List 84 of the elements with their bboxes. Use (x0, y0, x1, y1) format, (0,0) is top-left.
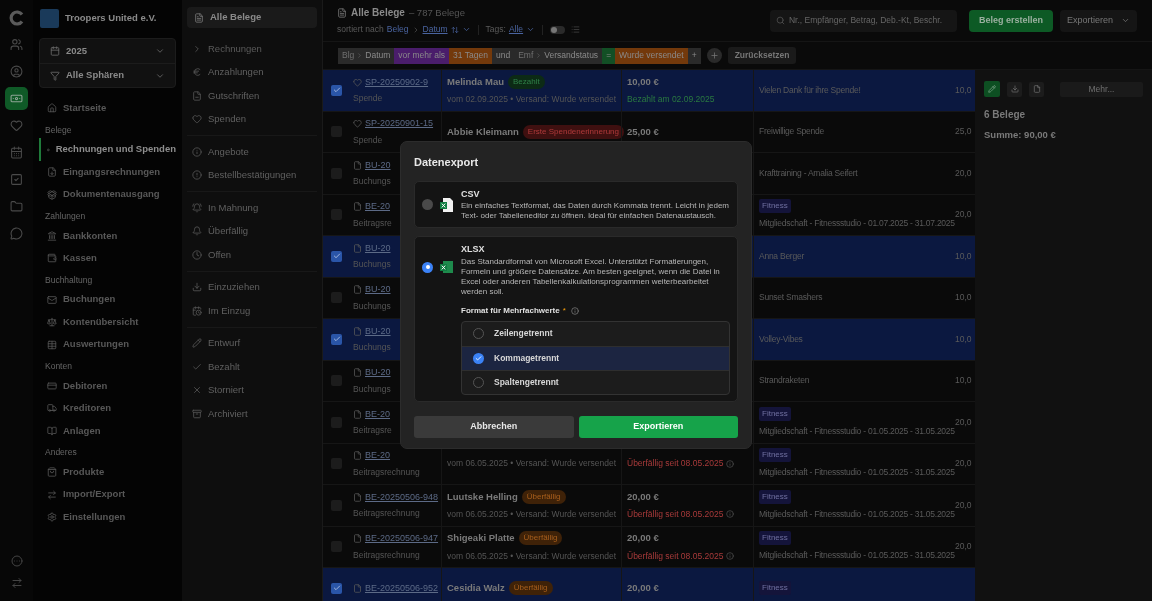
document-type: Beitragsrechnung (353, 465, 420, 479)
tag: Fitness (759, 448, 791, 463)
selection-sum: Summe: 90,00 € (984, 128, 1057, 142)
status-badge: Überfällig (521, 489, 566, 504)
format-description: Das Standardformat von Microsoft Excel. Unterstützt Formatierungen, Formeln und größere Datensätze. Am besten geeignet, wenn die Datei in Excel oder anderen Tabellenkalkulationsprogrammen weiterbearbeitet werden soll. (461, 256, 721, 297)
total-amount: 25,0 (955, 125, 972, 139)
description: Mitgliedschaft - Fitnessstudio - 01.05.2025 - 31.05.2025 (759, 424, 955, 438)
document-type: Beitragsre (353, 216, 392, 230)
tag: Fitness (759, 531, 791, 546)
total-amount: 10,0 (955, 332, 972, 346)
selection-count: 6 Belege (984, 108, 1027, 122)
description: Anna Berger (759, 249, 805, 263)
dialog-title: Datenexport (414, 155, 480, 170)
description: Mitgliedschaft - Fitnessstudio - 01.05.2025 - 31.05.2025 (759, 507, 955, 521)
status-badge: Erste Spendenerinnerung (522, 124, 624, 139)
organization-name: Troopers United e.V. (65, 11, 157, 26)
description: Krafttraining - Amalia Seifert (759, 166, 859, 180)
description: Volley-Vibes (759, 332, 804, 346)
payment-status: Überfällig seit 08.05.2025 (627, 457, 724, 471)
amount: 10,00 € (627, 74, 660, 89)
total-amount: 20,0 (955, 208, 972, 222)
tag: Fitness (759, 199, 791, 214)
amount: 20,00 € (627, 531, 660, 546)
document-count: – 787 Belege (408, 5, 465, 20)
total-amount: 20,0 (955, 415, 972, 429)
total-amount: 20,0 (955, 166, 972, 180)
document-type: Buchungs (353, 175, 391, 188)
page-title: Alle Belege (351, 6, 405, 21)
amount: 20,00 € (627, 581, 660, 596)
payment-status: Überfällig seit 08.05.2025 (627, 549, 724, 563)
amount: 25,00 € (627, 124, 660, 139)
section-heading: Anderes (44, 446, 78, 459)
recipient-name: Melinda Mau (447, 74, 504, 89)
total-amount: 20,0 (955, 498, 972, 512)
section-heading: Konten (44, 359, 73, 373)
total-amount: 10,0 (955, 249, 972, 263)
section-heading: Belege (44, 123, 73, 137)
status-badge: Überfällig (518, 531, 563, 546)
status-badge: Überfällig (508, 581, 553, 596)
tag: Fitness (759, 581, 791, 596)
section-heading: Zahlungen (44, 209, 87, 223)
document-type: Buchungs (353, 382, 391, 396)
section-heading: Buchhaltung (44, 273, 94, 287)
format-description: Ein einfaches Textformat, das Daten durch Kommata trennt. Leicht in jedem Text- oder Tabelleneditor zu öffnen. Ideal für einfachen Datenaustausch. (461, 201, 730, 221)
document-type: Beitragsre (353, 424, 392, 437)
recipient-name: Cesidia Walz (447, 581, 505, 596)
tag: Fitness (759, 489, 791, 504)
description: Mitgliedschaft - Fitnessstudio - 01.05.2025 - 31.05.2025 (759, 550, 955, 563)
total-amount: 10,0 (955, 291, 972, 305)
recipient-name: Luutske Helling (447, 489, 518, 504)
document-type: Beitragsrechnung (353, 548, 420, 562)
amount: 20,00 € (627, 489, 660, 504)
payment-status: Überfällig seit 08.05.2025 (627, 508, 724, 521)
document-meta: vom 06.05.2025 • Versand: Wurde versendet (447, 549, 618, 563)
document-type: Spende (353, 133, 383, 147)
document-meta: vom 02.09.2025 • Versand: Wurde versendet (447, 93, 618, 106)
document-type: Buchungs (353, 258, 391, 271)
tags-label: Tags: (485, 23, 506, 36)
document-meta: vom 06.05.2025 • Versand: Wurde versendet (447, 508, 618, 521)
total-amount: 10,0 (955, 374, 972, 388)
required-mark: * (562, 304, 566, 317)
tag: Fitness (759, 406, 791, 421)
status-badge: Bezahlt (508, 74, 545, 89)
document-type: Spende (353, 92, 383, 105)
description: Sunset Smashers (759, 291, 824, 305)
total-amount: 20,0 (955, 457, 972, 471)
sort-label: sortiert nach (337, 23, 384, 36)
recipient-name: Shigeaki Platte (447, 531, 515, 546)
document-type: Beitragsrechnung (353, 507, 420, 520)
recipient-name: Abbie Kleimann (447, 124, 519, 139)
total-amount: 10,0 (955, 83, 972, 97)
document-type: Buchungs (353, 299, 391, 313)
description: Mitgliedschaft - Fitnessstudio - 01.05.2025 - 31.05.2025 (759, 467, 955, 480)
document-meta: vom 06.05.2025 • Versand: Wurde versendet (447, 457, 618, 471)
description: Strandraketen (759, 374, 811, 388)
description: Vielen Dank für ihre Spende! (759, 83, 862, 97)
payment-status: Bezahlt am 02.09.2025 (627, 93, 715, 106)
document-type: Buchungs (353, 341, 391, 354)
description: Freiwillige Spende (759, 125, 825, 139)
format-name: CSV (461, 187, 481, 201)
description: Mitgliedschaft - Fitnessstudio - 01.07.2025 - 31.07.2025 (759, 218, 955, 231)
format-name: XLSX (461, 243, 486, 256)
total-amount: 20,0 (955, 540, 972, 554)
field-label: Format für Mehrfachwerte (461, 304, 560, 317)
